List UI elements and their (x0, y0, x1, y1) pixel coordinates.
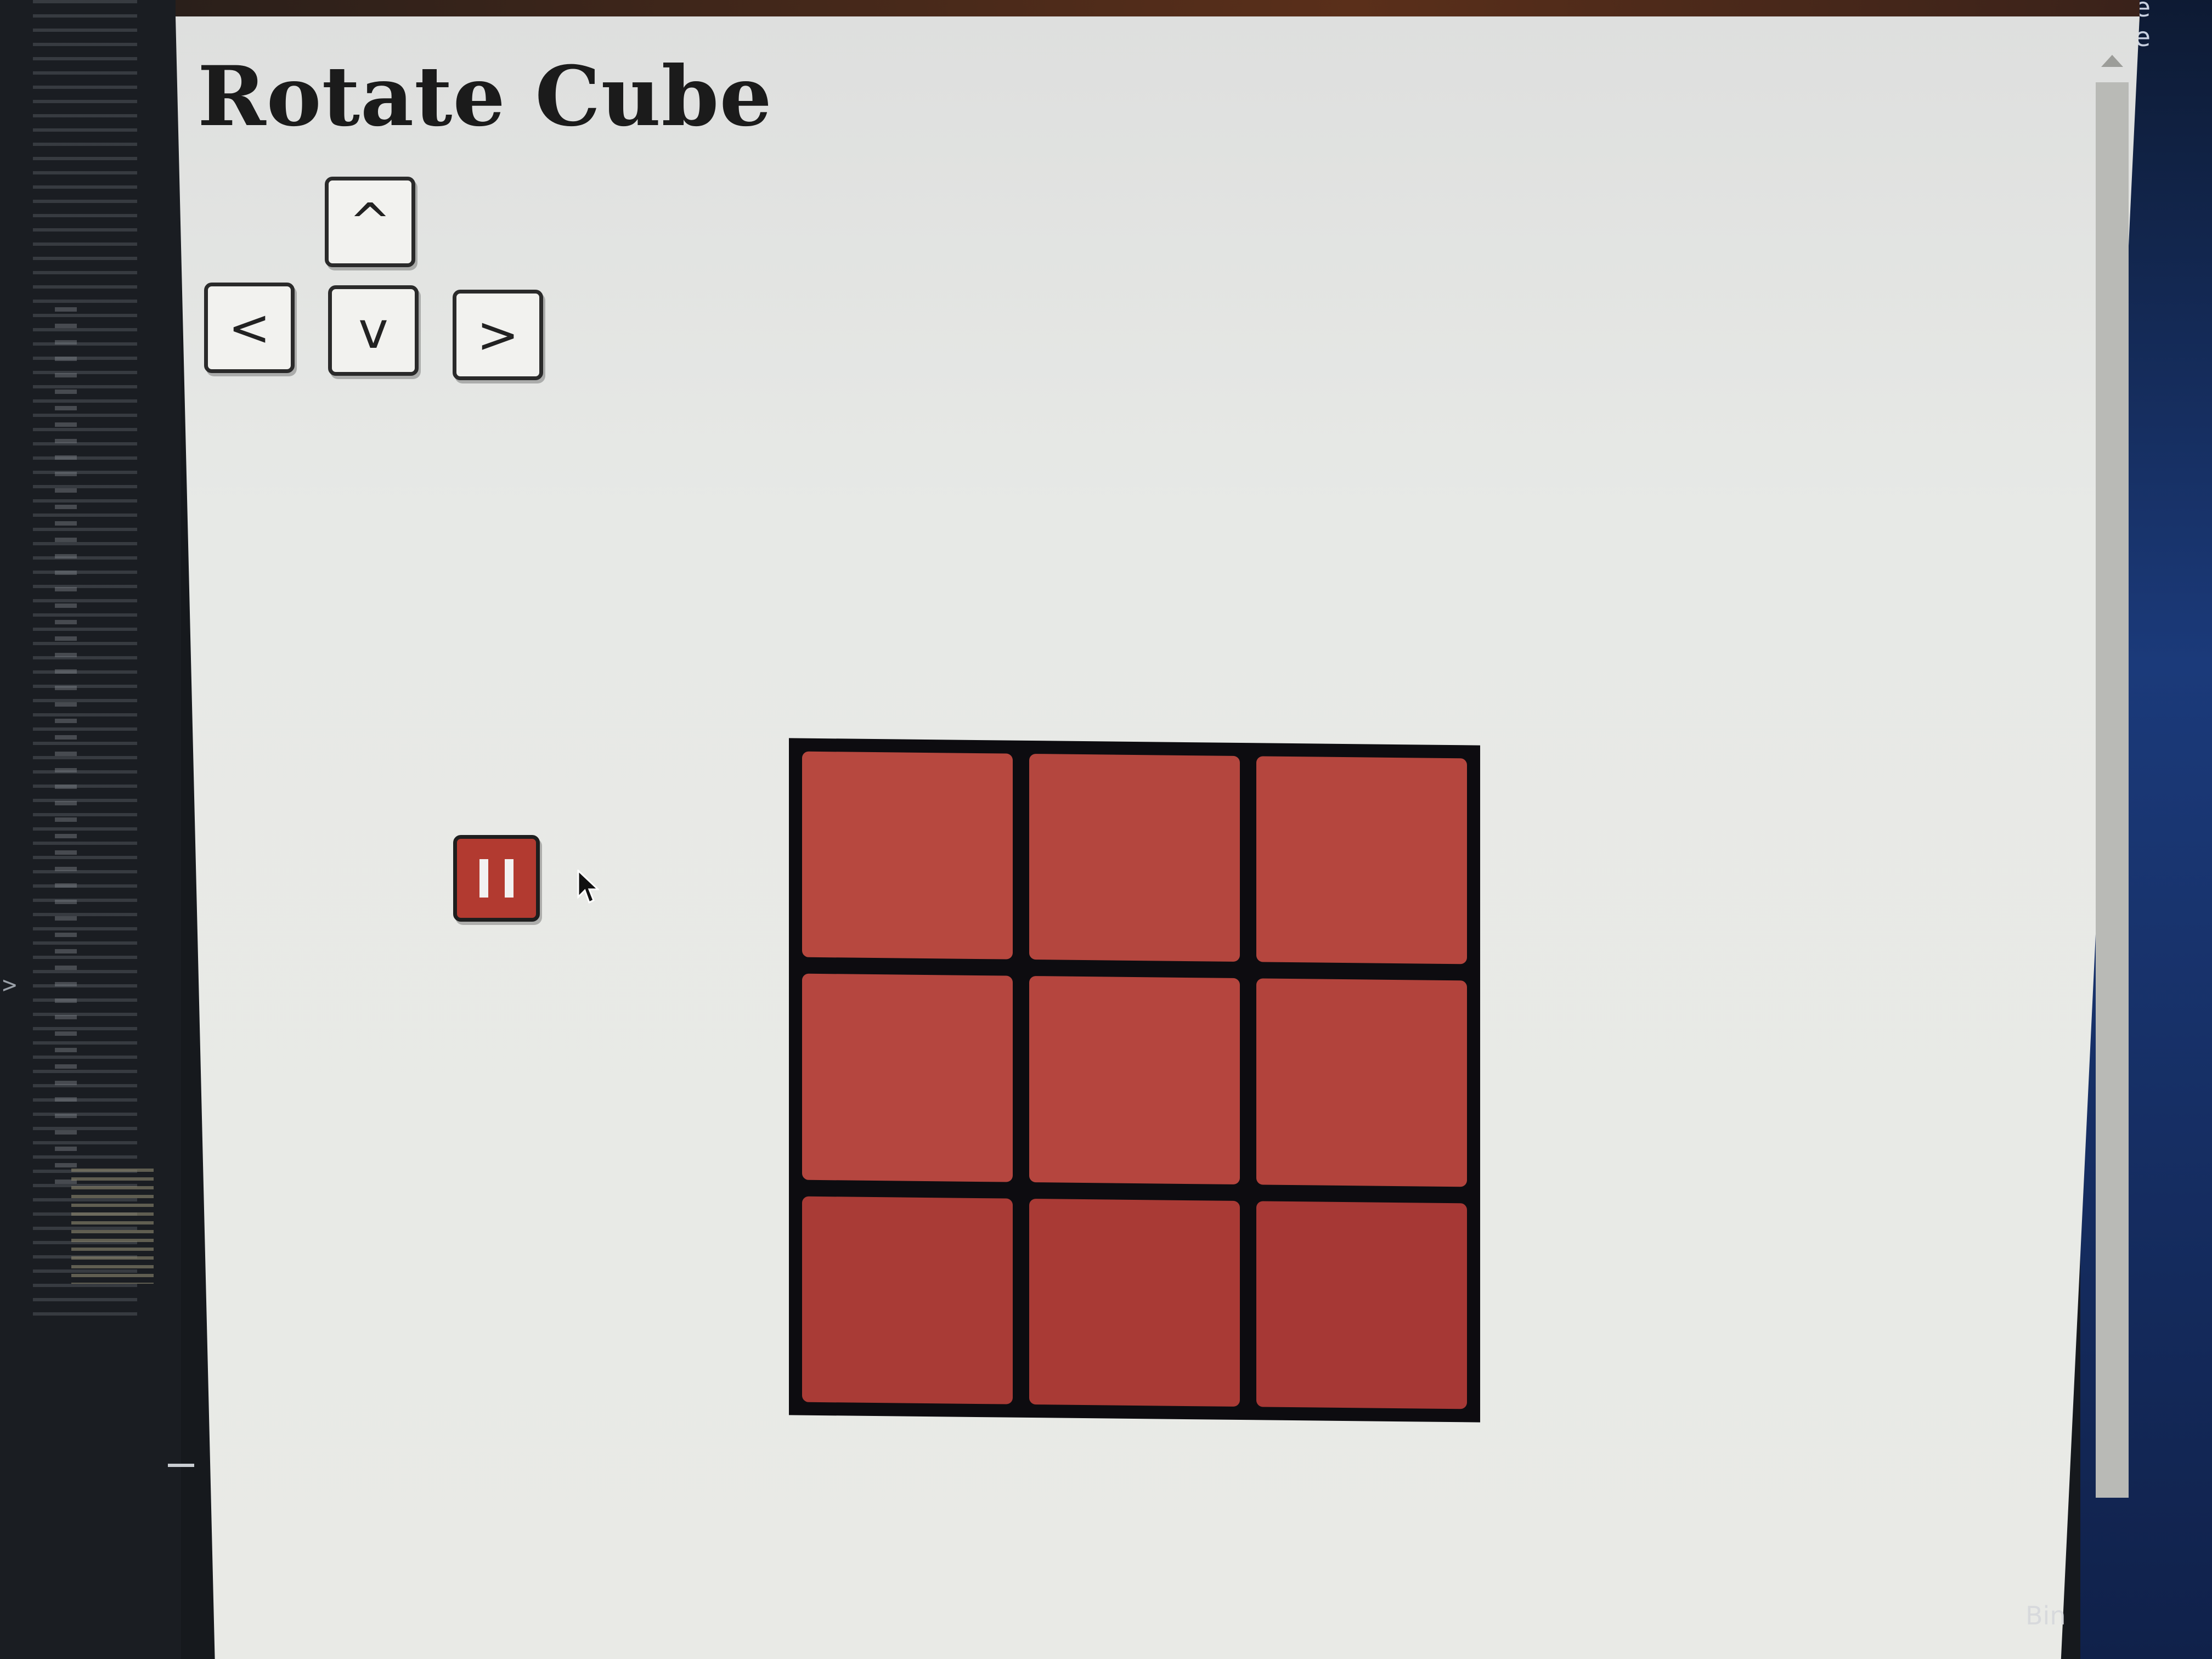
mouse-cursor-icon (577, 870, 599, 904)
rotate-down-button[interactable]: v (328, 285, 419, 376)
cube-cell (1256, 1200, 1467, 1409)
scrollbar[interactable] (2096, 82, 2129, 1498)
cube-cell (1256, 978, 1467, 1187)
rotate-left-button[interactable]: < (204, 283, 295, 373)
cube-cell (802, 1196, 1013, 1404)
cube-cell (802, 973, 1013, 1182)
pause-button[interactable] (453, 835, 540, 922)
cube-cell (802, 751, 1013, 960)
taskbar-label: Bin (2025, 1601, 2066, 1630)
divider (168, 1464, 194, 1467)
pause-icon (505, 859, 514, 898)
cube-face[interactable] (789, 738, 1480, 1423)
code-gutter (55, 307, 77, 1185)
page-title: Rotate Cube (198, 48, 772, 145)
cube-cell (1029, 1198, 1240, 1407)
code-lines (33, 0, 137, 1317)
scroll-up-icon[interactable] (2101, 55, 2123, 67)
code-block (71, 1169, 154, 1284)
chevron-right-icon[interactable]: > (2, 971, 17, 999)
cube-cell (1029, 976, 1240, 1184)
code-editor-window: > (0, 0, 181, 1659)
pause-icon (479, 859, 488, 898)
rotate-right-button[interactable]: > (453, 290, 543, 380)
rotate-up-button[interactable]: ^ (325, 177, 415, 267)
cube-cell (1256, 756, 1467, 964)
cube-cell (1029, 753, 1240, 962)
